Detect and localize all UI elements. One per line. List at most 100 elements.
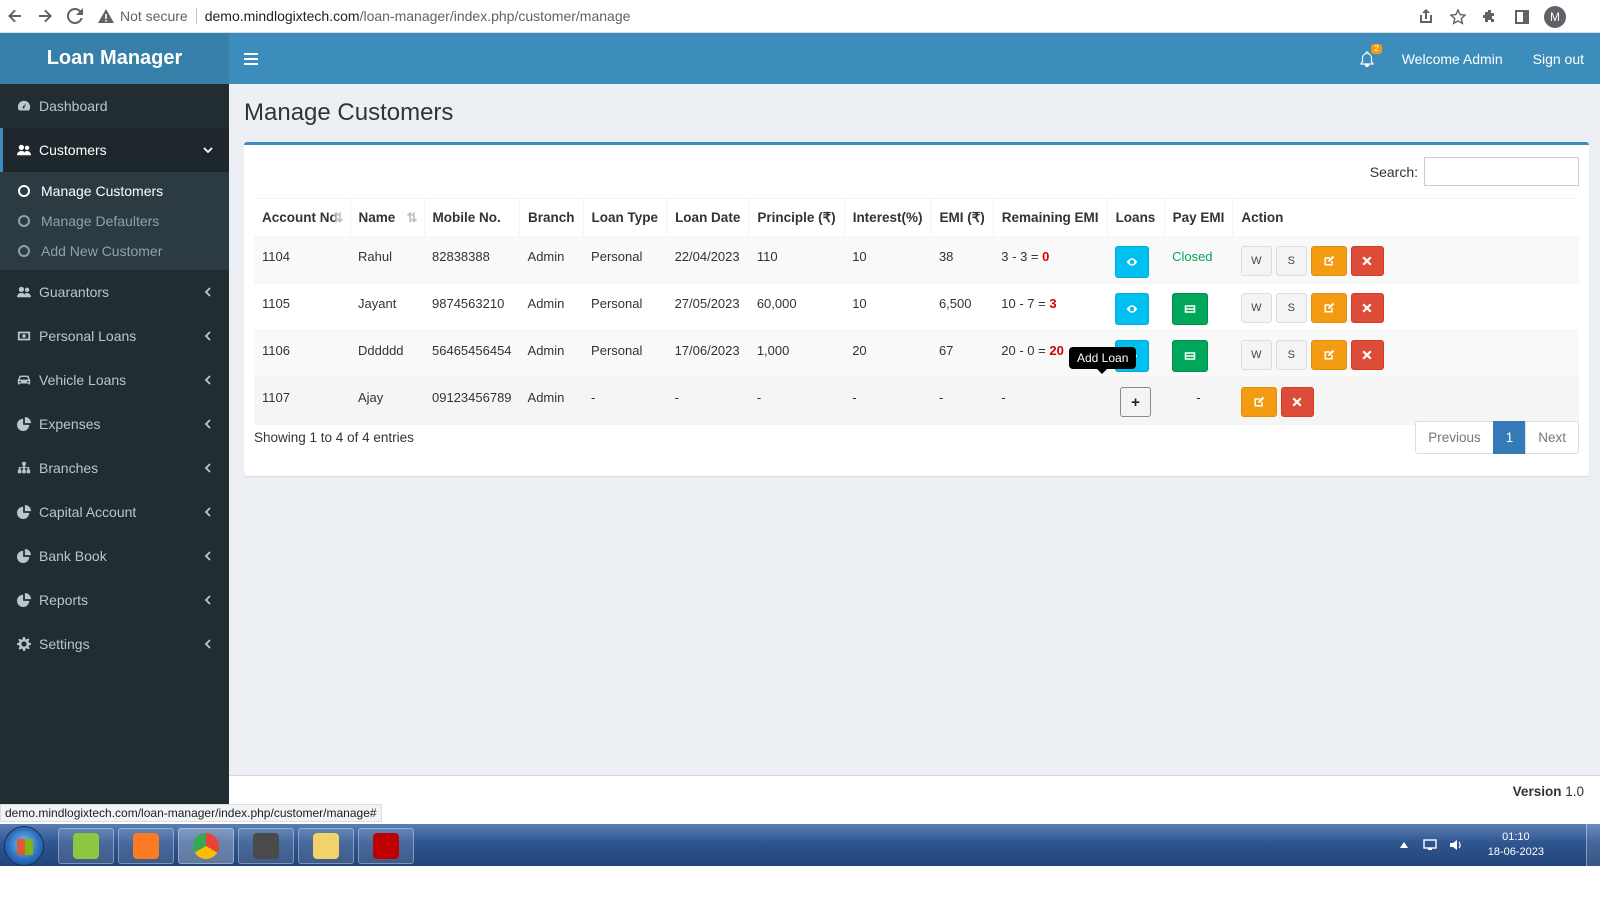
sidebar-item-bank-book[interactable]: Bank Book bbox=[0, 534, 229, 578]
taskbar-app-chrome[interactable] bbox=[178, 828, 234, 864]
taskbar-app-sublime[interactable] bbox=[238, 828, 294, 864]
start-button[interactable] bbox=[4, 826, 44, 866]
column-header[interactable]: Pay EMI bbox=[1163, 198, 1233, 237]
column-header[interactable]: Principle (₹) bbox=[748, 198, 845, 237]
sidebar-item-expenses[interactable]: Expenses bbox=[0, 402, 229, 446]
notifications-bell[interactable]: 2 bbox=[1356, 43, 1382, 70]
column-header[interactable]: Loan Type bbox=[582, 198, 667, 237]
column-header[interactable]: Action bbox=[1232, 198, 1579, 237]
sidebar-item-settings[interactable]: Settings bbox=[0, 622, 229, 666]
star-icon[interactable] bbox=[1442, 1, 1474, 33]
chevron-left-icon bbox=[203, 461, 213, 473]
add-loan-button[interactable]: + bbox=[1120, 387, 1152, 417]
column-header[interactable]: Account No. ⇅ bbox=[254, 198, 350, 237]
taskbar-app-notepad[interactable] bbox=[58, 828, 114, 864]
submenu-add-new-customer[interactable]: Add New Customer bbox=[0, 236, 229, 266]
profile-avatar[interactable]: M bbox=[1544, 5, 1566, 28]
sidebar-item-reports[interactable]: Reports bbox=[0, 578, 229, 622]
sidebar-item-capital-account[interactable]: Capital Account bbox=[0, 490, 229, 534]
back-icon[interactable] bbox=[0, 1, 30, 31]
volume-icon[interactable] bbox=[1448, 837, 1464, 853]
share-icon[interactable] bbox=[1410, 1, 1442, 33]
search-input[interactable] bbox=[1424, 157, 1579, 186]
forward-icon[interactable] bbox=[30, 1, 60, 31]
delete-button[interactable] bbox=[1350, 293, 1384, 323]
edit-button[interactable] bbox=[1310, 246, 1347, 276]
pie-chart-icon bbox=[16, 592, 32, 608]
filezilla-icon bbox=[373, 833, 399, 859]
taskbar-clock[interactable]: 01:10 18-06-2023 bbox=[1488, 830, 1544, 860]
sidepanel-icon[interactable] bbox=[1506, 1, 1538, 33]
search-area: Search: bbox=[1370, 157, 1579, 186]
page-1-button[interactable]: 1 bbox=[1492, 421, 1527, 454]
pay-emi-button[interactable] bbox=[1172, 293, 1209, 325]
address-bar[interactable]: Not secure demo.mindlogixtech.com/loan-m… bbox=[98, 3, 630, 29]
cell-mobile: 82838388 bbox=[424, 236, 520, 284]
column-header[interactable]: EMI (₹) bbox=[930, 198, 994, 237]
next-button[interactable]: Next bbox=[1525, 421, 1579, 454]
s-button[interactable]: S bbox=[1275, 246, 1307, 276]
app-footer: Version 1.0 bbox=[229, 775, 1600, 806]
delete-button[interactable] bbox=[1350, 340, 1384, 370]
column-header[interactable]: Loans bbox=[1106, 198, 1165, 237]
submenu-label: Manage Customers bbox=[41, 183, 164, 199]
welcome-user[interactable]: Welcome Admin bbox=[1402, 51, 1503, 67]
edit-button[interactable] bbox=[1240, 387, 1277, 417]
chevron-left-icon bbox=[203, 593, 213, 605]
add-loan-tooltip: Add Loan bbox=[1069, 347, 1137, 374]
network-icon[interactable] bbox=[1422, 837, 1438, 853]
taskbar-app-explorer[interactable] bbox=[298, 828, 354, 864]
column-header[interactable]: Remaining EMI bbox=[992, 198, 1108, 237]
circle-icon bbox=[18, 245, 30, 257]
sidebar-item-label: Expenses bbox=[39, 416, 101, 432]
sidebar-item-label: Personal Loans bbox=[39, 328, 137, 344]
view-loans-button[interactable] bbox=[1115, 246, 1150, 278]
version-info: Version 1.0 bbox=[1513, 784, 1584, 799]
taskbar-app-filezilla[interactable] bbox=[358, 828, 414, 864]
sidebar-item-label: Settings bbox=[39, 636, 90, 652]
url-host: demo.mindlogixtech.com bbox=[204, 8, 360, 24]
s-button[interactable]: S bbox=[1275, 340, 1307, 370]
menu-toggle-icon[interactable] bbox=[236, 33, 266, 84]
column-header[interactable]: Interest(%) bbox=[843, 198, 931, 237]
signout-link[interactable]: Sign out bbox=[1533, 51, 1584, 67]
column-header[interactable]: Branch bbox=[519, 198, 584, 237]
column-header[interactable]: Name ⇅ bbox=[349, 198, 424, 237]
app-logo[interactable]: Loan Manager bbox=[0, 33, 229, 84]
page-title: Manage Customers bbox=[244, 99, 454, 126]
sidebar-item-customers[interactable]: Customers bbox=[0, 128, 229, 172]
w-button[interactable]: W bbox=[1240, 340, 1272, 370]
sidebar: Dashboard Customers Manage Customers Man… bbox=[0, 84, 229, 806]
table-row: 1107 Ajay 09123456789 Admin - - - - - - … bbox=[254, 377, 1579, 425]
sidebar-item-personal-loans[interactable]: Personal Loans bbox=[0, 314, 229, 358]
sidebar-item-dashboard[interactable]: Dashboard bbox=[0, 84, 229, 128]
delete-button[interactable] bbox=[1350, 246, 1384, 276]
cell-interest: 10 bbox=[844, 283, 931, 331]
close-icon bbox=[1362, 303, 1372, 313]
extensions-icon[interactable] bbox=[1474, 1, 1506, 33]
submenu-manage-defaulters[interactable]: Manage Defaulters bbox=[0, 206, 229, 236]
sidebar-item-branches[interactable]: Branches bbox=[0, 446, 229, 490]
taskbar-app-xampp[interactable] bbox=[118, 828, 174, 864]
submenu-manage-customers[interactable]: Manage Customers bbox=[0, 176, 229, 206]
edit-button[interactable] bbox=[1310, 340, 1347, 370]
column-header[interactable]: Mobile No. bbox=[423, 198, 520, 237]
tray-expand-icon[interactable] bbox=[1396, 837, 1412, 853]
previous-button[interactable]: Previous bbox=[1415, 421, 1494, 454]
edit-button[interactable] bbox=[1310, 293, 1347, 323]
delete-button[interactable] bbox=[1280, 387, 1314, 417]
column-header[interactable]: Loan Date bbox=[666, 198, 749, 237]
sidebar-item-guarantors[interactable]: Guarantors bbox=[0, 270, 229, 314]
sidebar-item-vehicle-loans[interactable]: Vehicle Loans bbox=[0, 358, 229, 402]
reload-icon[interactable] bbox=[60, 1, 90, 31]
pay-emi-button[interactable] bbox=[1172, 340, 1209, 372]
view-loans-button[interactable] bbox=[1115, 293, 1150, 325]
w-button[interactable]: W bbox=[1240, 246, 1272, 276]
w-button[interactable]: W bbox=[1240, 293, 1272, 323]
close-icon bbox=[1292, 397, 1302, 407]
customers-table: Account No. ⇅ Name ⇅ Mobile No. Branch Loa… bbox=[254, 198, 1579, 425]
car-icon bbox=[16, 372, 32, 388]
s-button[interactable]: S bbox=[1275, 293, 1307, 323]
show-desktop-button[interactable] bbox=[1586, 824, 1600, 866]
cell-interest: - bbox=[844, 377, 931, 425]
